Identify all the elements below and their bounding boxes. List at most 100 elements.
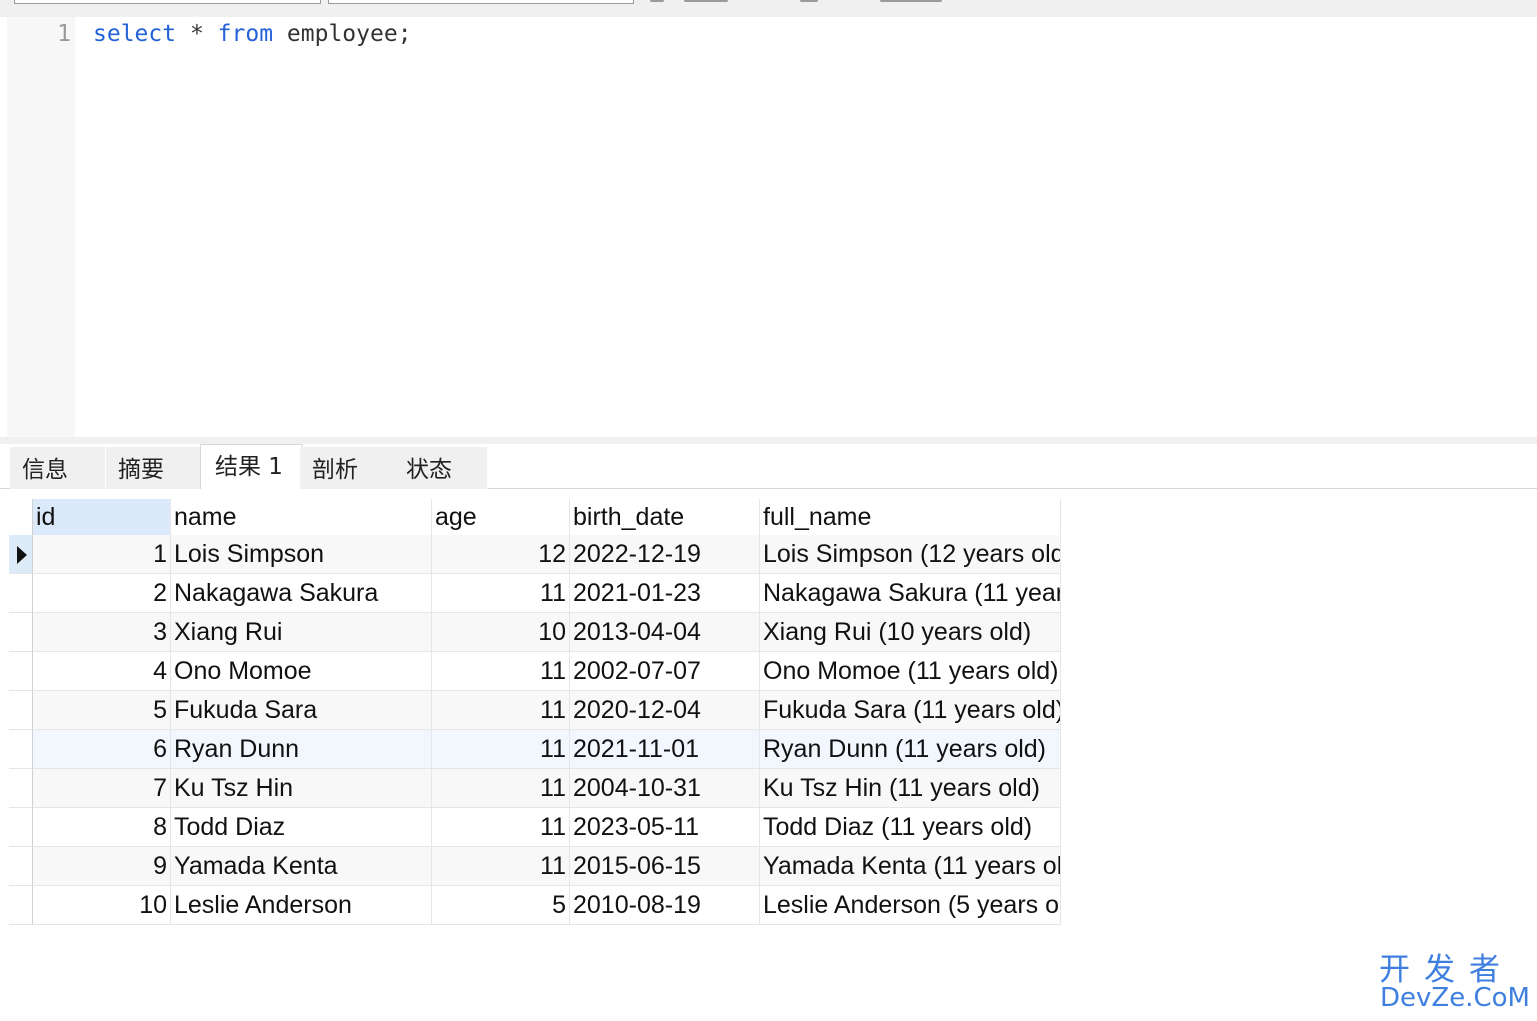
row-selector[interactable]: [9, 730, 33, 769]
keyword-from: from: [217, 21, 274, 47]
tab-result-1[interactable]: 结果 1: [200, 444, 303, 490]
sql-editor[interactable]: 1 select * from employee;: [7, 17, 1537, 437]
cell-full-name[interactable]: Ryan Dunn (11 years old): [760, 730, 1061, 769]
cell-id[interactable]: 8: [33, 808, 171, 847]
cell-full-name[interactable]: Xiang Rui (10 years old): [760, 613, 1061, 652]
cell-name[interactable]: Ryan Dunn: [171, 730, 432, 769]
cell-age[interactable]: 11: [432, 691, 570, 730]
table-row[interactable]: 9 Yamada Kenta 11 2015-06-15 Yamada Kenta (1…: [9, 847, 1061, 886]
cell-id[interactable]: 3: [33, 613, 171, 652]
cell-birth-date[interactable]: 2013-04-04: [570, 613, 760, 652]
cell-id[interactable]: 7: [33, 769, 171, 808]
cell-age[interactable]: 11: [432, 769, 570, 808]
table-row[interactable]: 3 Xiang Rui 10 2013-04-04 Xiang Rui (10 year…: [9, 613, 1061, 652]
cell-id[interactable]: 6: [33, 730, 171, 769]
cell-id[interactable]: 1: [33, 535, 171, 574]
cell-age[interactable]: 11: [432, 652, 570, 691]
column-header-birth-date[interactable]: birth_date: [570, 499, 760, 538]
row-selector[interactable]: [9, 652, 33, 691]
tab-profile[interactable]: 剖析: [300, 447, 396, 489]
table-row[interactable]: 10 Leslie Anderson 5 2010-08-19 Leslie Ander…: [9, 886, 1061, 925]
explain-button[interactable]: [880, 0, 942, 2]
run-button[interactable]: [684, 0, 728, 2]
row-selector[interactable]: [9, 886, 33, 925]
tab-status[interactable]: 状态: [394, 447, 488, 489]
column-header-age[interactable]: age: [432, 499, 570, 538]
run-icon[interactable]: [650, 0, 664, 2]
row-selector[interactable]: [9, 769, 33, 808]
cell-birth-date[interactable]: 2020-12-04: [570, 691, 760, 730]
cell-id[interactable]: 5: [33, 691, 171, 730]
cell-age[interactable]: 11: [432, 808, 570, 847]
cell-age[interactable]: 5: [432, 886, 570, 925]
cell-birth-date[interactable]: 2022-12-19: [570, 535, 760, 574]
table-row[interactable]: 6 Ryan Dunn 11 2021-11-01 Ryan Dunn (11 year…: [9, 730, 1061, 769]
column-header-name[interactable]: name: [171, 499, 432, 538]
cell-full-name[interactable]: Todd Diaz (11 years old): [760, 808, 1061, 847]
row-selector[interactable]: [9, 574, 33, 613]
connection-select[interactable]: [14, 0, 321, 4]
current-row-arrow-icon: [17, 546, 27, 564]
cell-name[interactable]: Fukuda Sara: [171, 691, 432, 730]
keyword-select: select: [93, 21, 177, 47]
cell-full-name[interactable]: Ku Tsz Hin (11 years old): [760, 769, 1061, 808]
cell-id[interactable]: 9: [33, 847, 171, 886]
cell-birth-date[interactable]: 2004-10-31: [570, 769, 760, 808]
cell-birth-date[interactable]: 2015-06-15: [570, 847, 760, 886]
cell-full-name[interactable]: Fukuda Sara (11 years old): [760, 691, 1061, 730]
cell-id[interactable]: 10: [33, 886, 171, 925]
cell-age[interactable]: 12: [432, 535, 570, 574]
tab-summary[interactable]: 摘要: [106, 447, 202, 489]
cell-name[interactable]: Xiang Rui: [171, 613, 432, 652]
cell-birth-date[interactable]: 2002-07-07: [570, 652, 760, 691]
row-selector[interactable]: [9, 847, 33, 886]
table-row[interactable]: 7 Ku Tsz Hin 11 2004-10-31 Ku Tsz Hin (11 ye…: [9, 769, 1061, 808]
table-row[interactable]: 4 Ono Momoe 11 2002-07-07 Ono Momoe (11 year…: [9, 652, 1061, 691]
column-header-full-name[interactable]: full_name: [760, 499, 1061, 538]
cell-name[interactable]: Ono Momoe: [171, 652, 432, 691]
table-name: employee;: [286, 21, 412, 47]
row-selector[interactable]: [9, 691, 33, 730]
toolbar: [0, 0, 1537, 17]
cell-age[interactable]: 11: [432, 847, 570, 886]
cell-birth-date[interactable]: 2023-05-11: [570, 808, 760, 847]
cell-age[interactable]: 11: [432, 574, 570, 613]
watermark-en: DevZe.CoM: [1380, 983, 1530, 1013]
pane-splitter[interactable]: [0, 437, 1537, 444]
stop-icon[interactable]: [800, 0, 818, 2]
cell-age[interactable]: 10: [432, 613, 570, 652]
cell-age[interactable]: 11: [432, 730, 570, 769]
row-selector[interactable]: [9, 535, 33, 574]
cell-id[interactable]: 2: [33, 574, 171, 613]
column-header-id[interactable]: id: [33, 499, 171, 538]
cell-full-name[interactable]: Nakagawa Sakura (11 years old): [760, 574, 1061, 613]
cell-id[interactable]: 4: [33, 652, 171, 691]
table-row[interactable]: 2 Nakagawa Sakura 11 2021-01-23 Nakagawa Sak…: [9, 574, 1061, 613]
cell-birth-date[interactable]: 2010-08-19: [570, 886, 760, 925]
table-row[interactable]: 8 Todd Diaz 11 2023-05-11 Todd Diaz (11 year…: [9, 808, 1061, 847]
cell-name[interactable]: Yamada Kenta: [171, 847, 432, 886]
cell-full-name[interactable]: Leslie Anderson (5 years old): [760, 886, 1061, 925]
cell-birth-date[interactable]: 2021-01-23: [570, 574, 760, 613]
cell-full-name[interactable]: Ono Momoe (11 years old): [760, 652, 1061, 691]
cell-birth-date[interactable]: 2021-11-01: [570, 730, 760, 769]
row-selector[interactable]: [9, 808, 33, 847]
cell-name[interactable]: Todd Diaz: [171, 808, 432, 847]
cell-full-name[interactable]: Lois Simpson (12 years old): [760, 535, 1061, 574]
table-row[interactable]: 5 Fukuda Sara 11 2020-12-04 Fukuda Sara (11 …: [9, 691, 1061, 730]
cell-name[interactable]: Lois Simpson: [171, 535, 432, 574]
row-selector[interactable]: [9, 613, 33, 652]
result-panel: id name age birth_date full_name 1 Lois Simpso…: [9, 489, 1537, 1021]
header-corner[interactable]: [9, 499, 33, 538]
table-row[interactable]: 1 Lois Simpson 12 2022-12-19 Lois Simpson (1…: [9, 535, 1061, 574]
result-tabbar: 信息 摘要 结果 1 剖析 状态: [0, 444, 1537, 490]
cell-name[interactable]: Nakagawa Sakura: [171, 574, 432, 613]
line-number: 1: [57, 21, 71, 47]
cell-name[interactable]: Leslie Anderson: [171, 886, 432, 925]
grid-header: id name age birth_date full_name: [9, 499, 1061, 538]
cell-full-name[interactable]: Yamada Kenta (11 years old): [760, 847, 1061, 886]
database-select[interactable]: [328, 0, 634, 4]
cell-name[interactable]: Ku Tsz Hin: [171, 769, 432, 808]
code-line[interactable]: select * from employee;: [93, 21, 412, 47]
tab-info[interactable]: 信息: [10, 447, 106, 489]
